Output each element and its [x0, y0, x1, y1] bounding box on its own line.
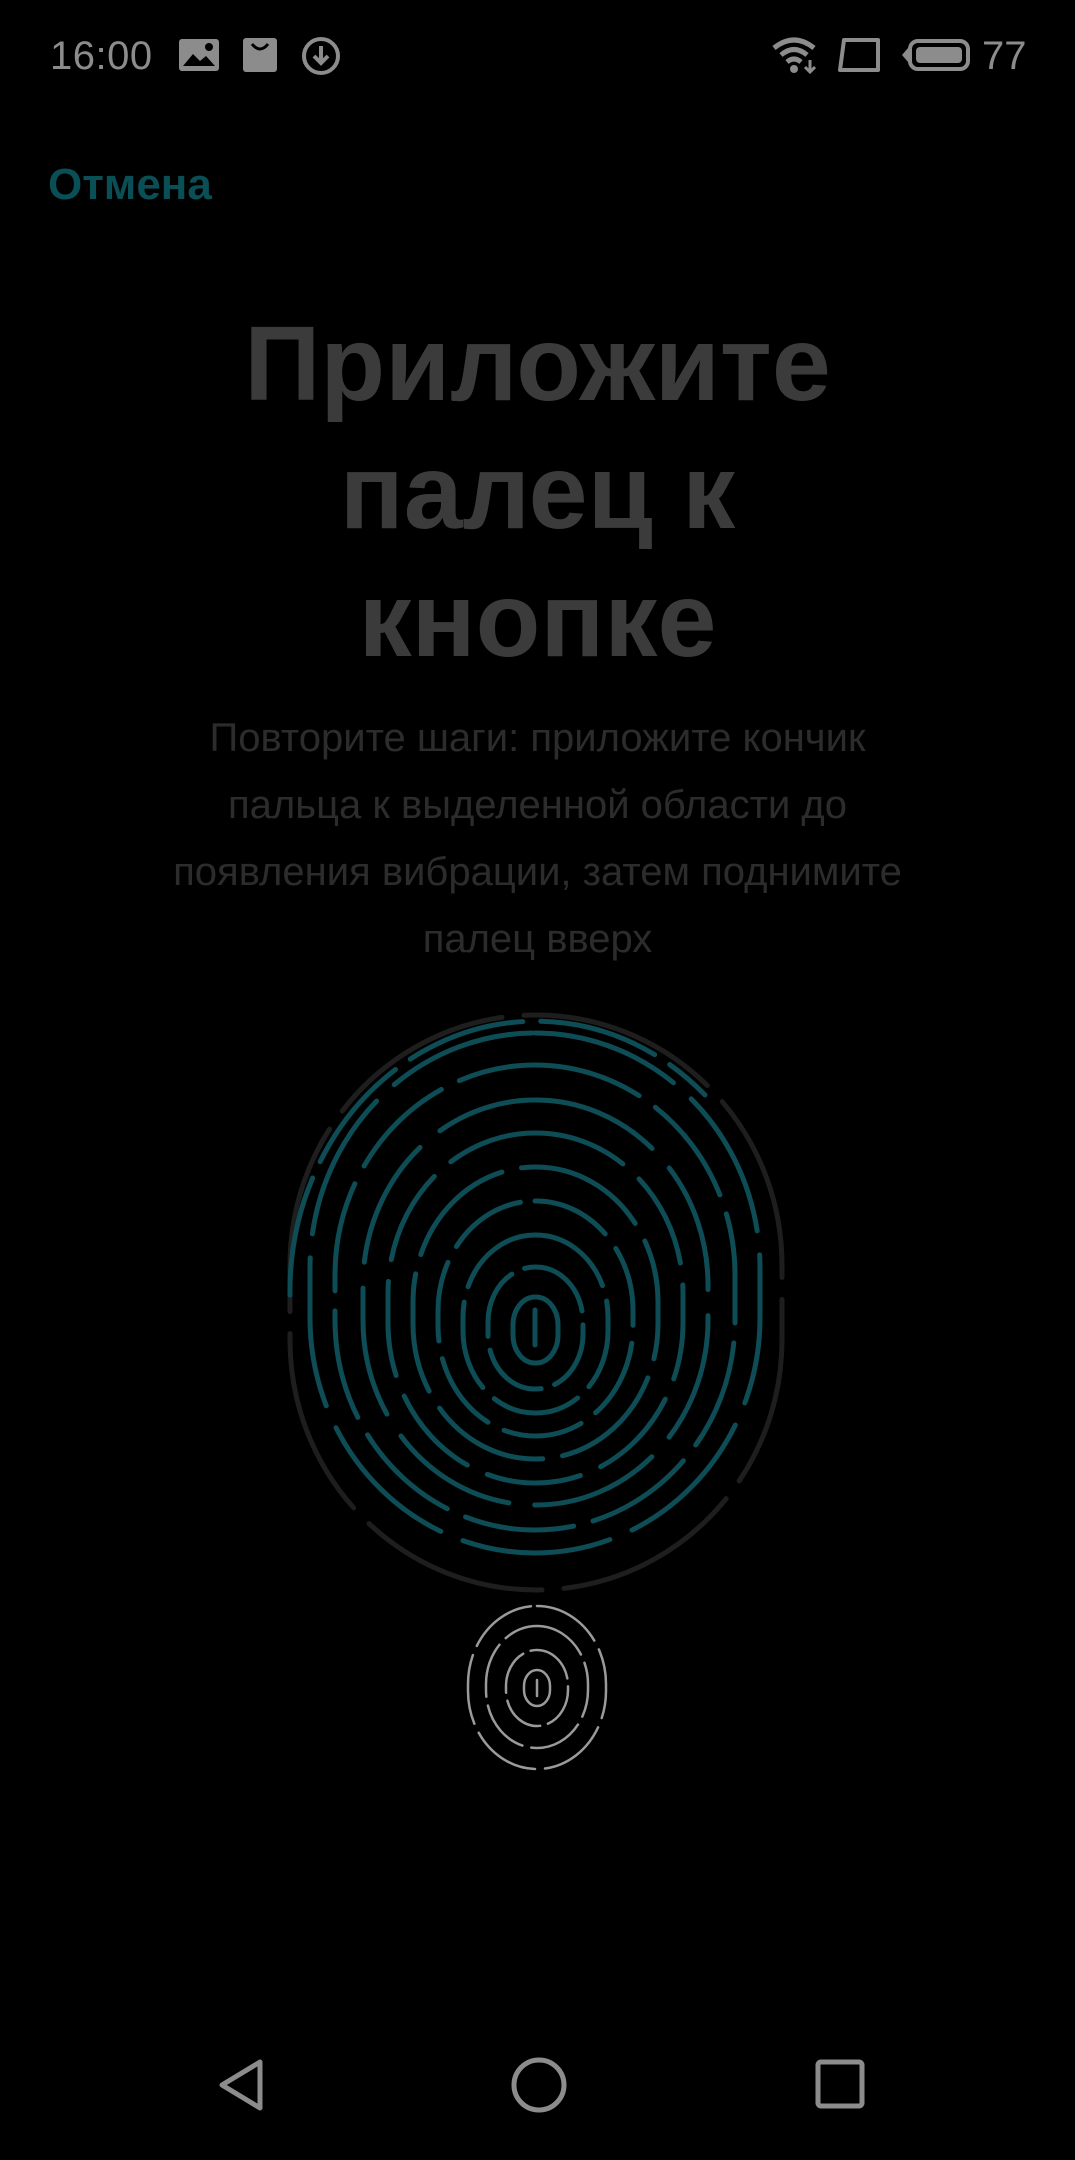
status-time: 16:00 [50, 34, 153, 78]
title-line: Приложите [244, 305, 831, 423]
wifi-icon [772, 37, 817, 75]
battery-icon [902, 39, 970, 71]
status-bar: 16:00 77 [0, 0, 1075, 115]
cancel-button[interactable]: Отмена [48, 160, 212, 210]
instructions-line: палец вверх [422, 917, 653, 961]
image-notification-icon [179, 39, 219, 71]
fingerprint-sensor-icon [466, 1604, 608, 1771]
recents-icon[interactable] [810, 2050, 870, 2120]
instructions-line: Повторите шаги: приложите кончик [209, 716, 866, 760]
home-icon[interactable] [508, 2050, 570, 2120]
title-line: кнопке [358, 561, 717, 679]
instructions-text: Повторите шаги: приложите кончик пальца … [100, 705, 975, 973]
battery-level: 77 [982, 34, 1027, 78]
page-title: Приложите палец к кнопке [0, 300, 1075, 684]
back-icon[interactable] [212, 2050, 272, 2120]
instructions-line: пальца к выделенной области до [227, 783, 847, 827]
instructions-line: появления вибрации, затем поднимите [173, 850, 902, 894]
fingerprint-progress-icon [287, 1012, 785, 1593]
download-icon [302, 37, 340, 75]
title-line: палец к [339, 433, 736, 551]
bag-notification-icon [243, 38, 277, 72]
navigation-bar [0, 2040, 1075, 2140]
screen-icon [838, 38, 880, 72]
